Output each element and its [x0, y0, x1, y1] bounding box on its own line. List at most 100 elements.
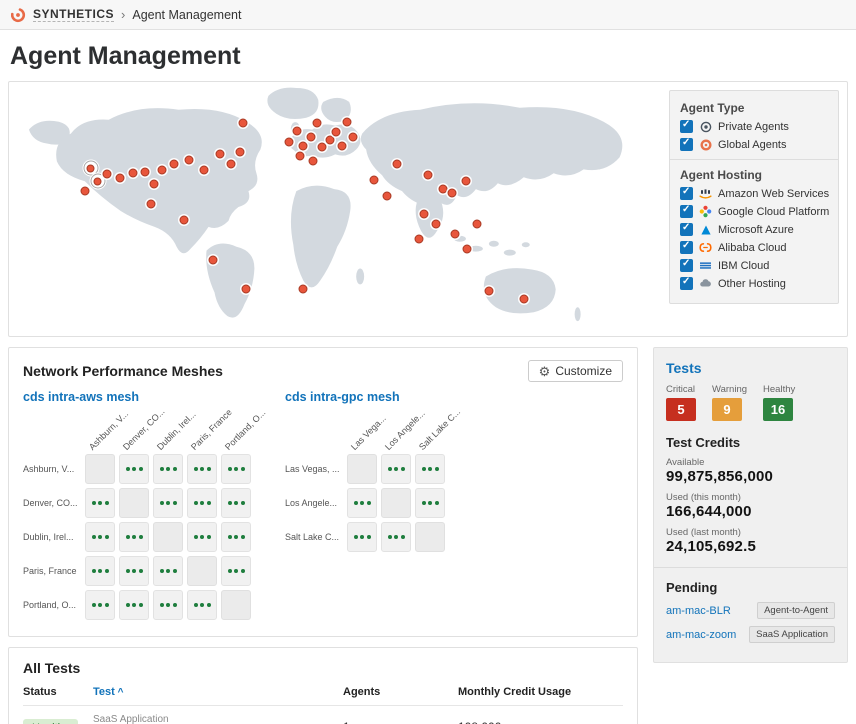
- mesh-cell[interactable]: [221, 556, 251, 586]
- agent-marker[interactable]: [215, 149, 225, 159]
- agent-marker[interactable]: [348, 132, 358, 142]
- pending-agent-link[interactable]: am-mac-zoom: [666, 629, 736, 641]
- agent-marker[interactable]: [102, 169, 112, 179]
- filter-microsoft-azure[interactable]: Microsoft Azure: [680, 222, 828, 236]
- customize-button[interactable]: ⚙ Customize: [527, 360, 623, 382]
- mesh-cell[interactable]: [347, 488, 377, 518]
- agent-marker[interactable]: [292, 126, 302, 136]
- agent-marker[interactable]: [472, 219, 482, 229]
- filter-amazon-web-services[interactable]: Amazon Web Services: [680, 186, 829, 200]
- agent-marker[interactable]: [295, 151, 305, 161]
- filter-private-agents[interactable]: Private Agents: [680, 119, 828, 133]
- mesh-cell[interactable]: [381, 454, 411, 484]
- stat-value[interactable]: 5: [666, 398, 696, 421]
- agent-marker[interactable]: [241, 284, 251, 294]
- checkbox-checked[interactable]: [680, 186, 693, 200]
- mesh-cell[interactable]: [153, 454, 183, 484]
- tests-title-link[interactable]: Tests: [666, 360, 835, 376]
- agent-marker[interactable]: [238, 118, 248, 128]
- agent-marker[interactable]: [179, 215, 189, 225]
- mesh-cell[interactable]: [119, 454, 149, 484]
- agent-marker[interactable]: [298, 284, 308, 294]
- agent-marker[interactable]: [423, 170, 433, 180]
- mesh-cell[interactable]: [187, 488, 217, 518]
- column-header-status[interactable]: Status: [23, 686, 93, 698]
- mesh-cell[interactable]: [85, 590, 115, 620]
- agent-marker[interactable]: [284, 137, 294, 147]
- agent-marker[interactable]: [431, 219, 441, 229]
- agent-marker[interactable]: [317, 142, 327, 152]
- mesh-title-link[interactable]: cds intra-gpc mesh: [285, 390, 449, 404]
- mesh-cell[interactable]: [221, 488, 251, 518]
- agent-marker[interactable]: [306, 132, 316, 142]
- pending-agent-link[interactable]: am-mac-BLR: [666, 605, 731, 617]
- mesh-cell[interactable]: [381, 522, 411, 552]
- filter-google-cloud-platform[interactable]: Google Cloud Platform: [680, 204, 829, 218]
- agent-marker[interactable]: [392, 159, 402, 169]
- mesh-cell[interactable]: [221, 454, 251, 484]
- stat-value[interactable]: 16: [763, 398, 794, 421]
- mesh-cell[interactable]: [153, 556, 183, 586]
- mesh-title-link[interactable]: cds intra-aws mesh: [23, 390, 255, 404]
- mesh-cell[interactable]: [119, 522, 149, 552]
- checkbox-checked[interactable]: [680, 258, 693, 272]
- agent-marker[interactable]: [184, 155, 194, 165]
- filter-global-agents[interactable]: Global Agents: [680, 137, 828, 151]
- mesh-cell[interactable]: [187, 590, 217, 620]
- brand-link[interactable]: SYNTHETICS: [33, 7, 115, 22]
- agent-marker[interactable]: [450, 229, 460, 239]
- agent-marker[interactable]: [447, 188, 457, 198]
- agent-marker[interactable]: [337, 141, 347, 150]
- mesh-cell[interactable]: [119, 590, 149, 620]
- agent-map[interactable]: Agent Type Private Agents Global Agents A…: [8, 81, 848, 337]
- checkbox-checked[interactable]: [680, 276, 693, 290]
- agent-marker[interactable]: [140, 167, 150, 177]
- checkbox-checked[interactable]: [680, 240, 693, 254]
- checkbox-checked[interactable]: [680, 137, 693, 151]
- stat-value[interactable]: 9: [712, 398, 742, 421]
- agent-marker[interactable]: [342, 117, 352, 127]
- column-header-monthly-credit-usage[interactable]: Monthly Credit Usage: [458, 686, 623, 698]
- agent-marker[interactable]: [169, 159, 179, 169]
- agent-marker[interactable]: [226, 159, 236, 169]
- agent-marker[interactable]: [519, 294, 529, 304]
- agent-marker[interactable]: [331, 127, 341, 137]
- mesh-cell[interactable]: [153, 590, 183, 620]
- mesh-cell[interactable]: [187, 522, 217, 552]
- agent-marker[interactable]: [235, 147, 245, 157]
- agent-marker[interactable]: [419, 209, 429, 219]
- agent-marker[interactable]: [128, 168, 138, 178]
- mesh-cell[interactable]: [85, 488, 115, 518]
- agent-marker[interactable]: [146, 199, 156, 209]
- mesh-cell[interactable]: [347, 522, 377, 552]
- mesh-cell[interactable]: [187, 454, 217, 484]
- agent-marker[interactable]: [208, 255, 217, 265]
- agent-marker[interactable]: [149, 179, 159, 189]
- column-header-test[interactable]: Test ^: [93, 686, 343, 698]
- agent-marker[interactable]: [484, 286, 494, 296]
- agent-marker[interactable]: [298, 141, 308, 150]
- mesh-cell[interactable]: [221, 522, 251, 552]
- agent-marker[interactable]: [199, 165, 209, 175]
- checkbox-checked[interactable]: [680, 222, 693, 236]
- agent-marker[interactable]: [414, 234, 424, 244]
- checkbox-checked[interactable]: [680, 119, 693, 133]
- agent-marker[interactable]: [312, 118, 322, 128]
- agent-marker[interactable]: [80, 186, 90, 196]
- agent-marker[interactable]: [369, 175, 379, 185]
- checkbox-checked[interactable]: [680, 204, 693, 218]
- column-header-agents[interactable]: Agents: [343, 686, 458, 698]
- mesh-cell[interactable]: [153, 488, 183, 518]
- agent-marker[interactable]: [308, 156, 318, 166]
- mesh-cell[interactable]: [415, 454, 445, 484]
- filter-alibaba-cloud[interactable]: Alibaba Cloud: [680, 240, 828, 254]
- filter-other-hosting[interactable]: Other Hosting: [680, 276, 828, 290]
- agent-marker[interactable]: [462, 244, 472, 254]
- test-row[interactable]: HealthySaaS Applicationam-ec2-zoom1108,0…: [23, 706, 623, 724]
- synthetics-logo-icon[interactable]: [10, 7, 26, 23]
- mesh-cell[interactable]: [85, 522, 115, 552]
- agent-marker[interactable]: [157, 165, 167, 175]
- agent-marker[interactable]: [382, 191, 392, 201]
- agent-marker[interactable]: [115, 173, 125, 183]
- agent-marker[interactable]: [438, 184, 448, 194]
